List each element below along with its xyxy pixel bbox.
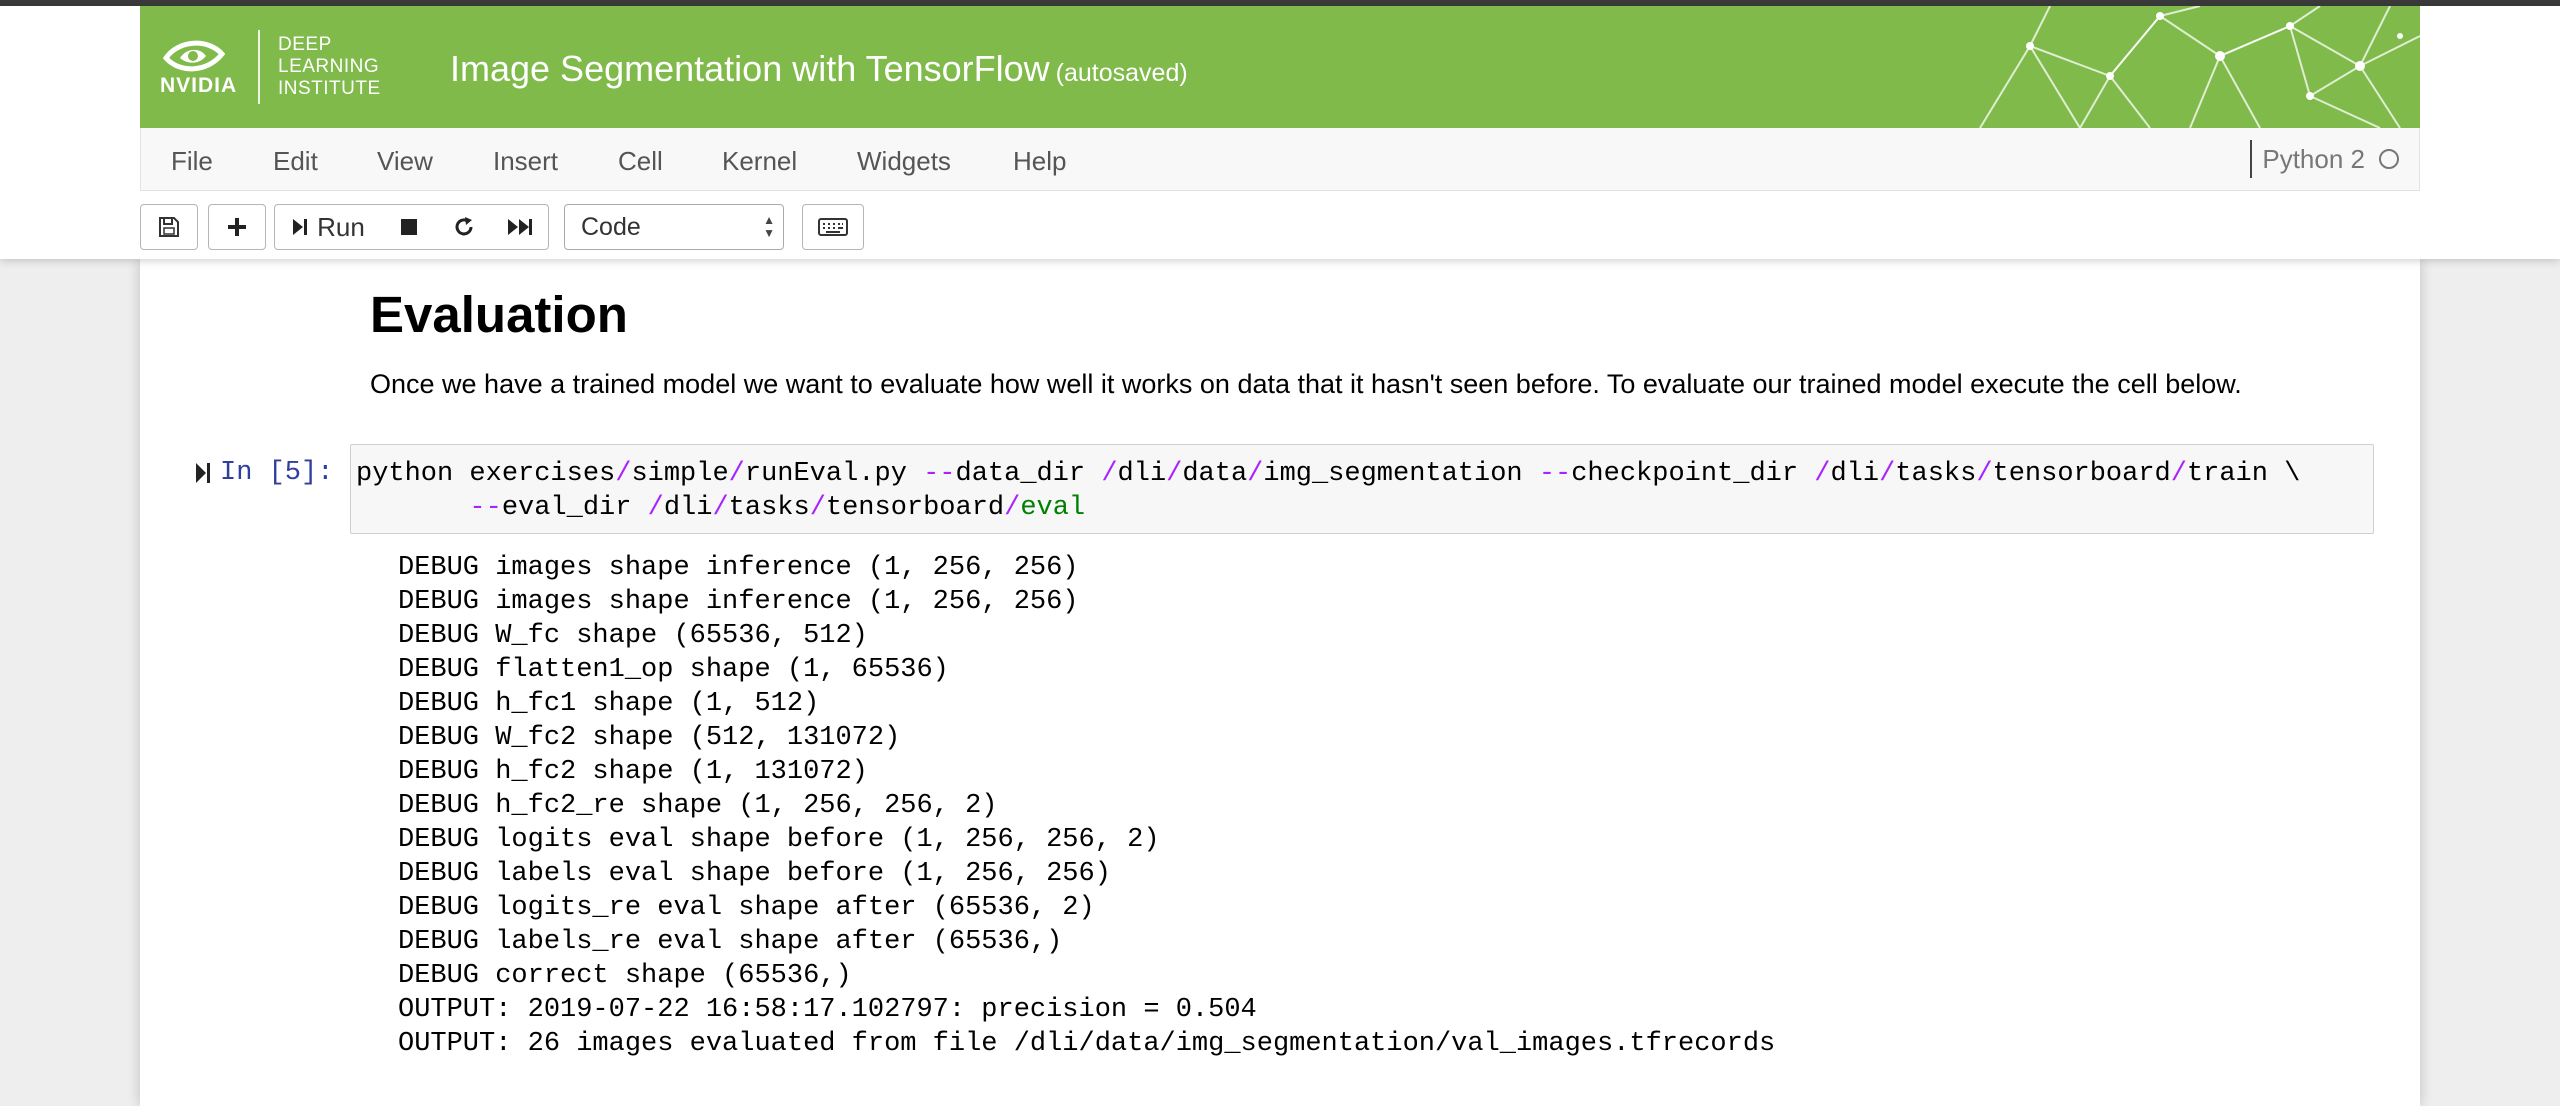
menu-insert[interactable]: Insert [493, 146, 558, 177]
nvidia-dli-logo[interactable]: NVIDIA DEEP LEARNING INSTITUTE [160, 26, 381, 108]
output-line: DEBUG images shape inference (1, 256, 25… [398, 553, 1079, 583]
output-line: DEBUG W_fc2 shape (512, 131072) [398, 723, 901, 753]
output-line: DEBUG correct shape (65536,) [398, 961, 852, 991]
select-arrows-icon: ▲ ▼ [763, 213, 775, 240]
output-line: DEBUG h_fc2_re shape (1, 256, 256, 2) [398, 791, 998, 821]
menu-edit[interactable]: Edit [273, 146, 318, 177]
save-button[interactable] [140, 204, 198, 250]
menu-kernel[interactable]: Kernel [722, 146, 797, 177]
output-line: OUTPUT: 26 images evaluated from file /d… [398, 1029, 1776, 1059]
cell-type-value: Code [581, 212, 641, 241]
kernel-idle-icon [2379, 149, 2399, 169]
interrupt-button[interactable] [381, 204, 437, 250]
fast-forward-icon [507, 219, 532, 235]
insert-cell-button[interactable] [208, 204, 266, 250]
stop-icon [400, 219, 417, 235]
kernel-indicator[interactable]: Python 2 [2250, 140, 2399, 178]
output-line: DEBUG labels eval shape before (1, 256, … [398, 859, 1111, 889]
menu-help[interactable]: Help [1013, 146, 1066, 177]
output-line: DEBUG flatten1_op shape (1, 65536) [398, 655, 949, 685]
restart-run-all-button[interactable] [491, 204, 549, 250]
output-line: DEBUG logits_re eval shape after (65536,… [398, 893, 1095, 923]
menu-widgets[interactable]: Widgets [857, 146, 951, 177]
code-line-2: --eval_dir /dli/tasks/tensorboard/eval [469, 493, 1086, 523]
nvidia-eye-icon: NVIDIA [160, 32, 236, 102]
output-line: OUTPUT: 2019-07-22 16:58:17.102797: prec… [398, 995, 1257, 1025]
code-line-1: python exercises/simple/runEval.py --dat… [356, 459, 2301, 489]
menu-cell[interactable]: Cell [618, 146, 663, 177]
dli-banner: NVIDIA DEEP LEARNING INSTITUTE Image Seg… [140, 6, 2420, 128]
output-line: DEBUG labels_re eval shape after (65536,… [398, 927, 1063, 957]
notebook-container: Evaluation Once we have a trained model … [140, 259, 2420, 1106]
notebook-header: NVIDIA DEEP LEARNING INSTITUTE Image Seg… [0, 6, 2560, 259]
run-label: Run [317, 211, 365, 242]
network-graphic [1979, 6, 2420, 128]
menu-view[interactable]: View [377, 146, 433, 177]
output-line: DEBUG W_fc shape (65536, 512) [398, 621, 868, 651]
run-cell-icon[interactable] [194, 461, 212, 485]
input-prompt[interactable]: In [5]: [194, 457, 333, 489]
keyboard-icon [818, 218, 848, 236]
kernel-name: Python 2 [2262, 143, 2365, 174]
restart-button[interactable] [436, 204, 492, 250]
plus-icon [228, 218, 246, 236]
nvidia-wordmark: NVIDIA [160, 74, 238, 97]
markdown-paragraph: Once we have a trained model we want to … [370, 369, 2242, 399]
menu-file[interactable]: File [171, 146, 213, 177]
restart-icon [455, 217, 472, 236]
run-button[interactable]: Run [274, 204, 382, 250]
logo-divider [258, 30, 260, 104]
autosave-status: (autosaved) [1055, 59, 1188, 87]
cell-output: DEBUG images shape inference (1, 256, 25… [398, 551, 1775, 1061]
output-line: DEBUG images shape inference (1, 256, 25… [398, 587, 1079, 617]
dli-wordmark: DEEP LEARNING INSTITUTE [278, 34, 381, 99]
output-line: DEBUG h_fc2 shape (1, 131072) [398, 757, 868, 787]
code-cell-input[interactable]: python exercises/simple/runEval.py --dat… [350, 444, 2374, 534]
command-palette-button[interactable] [802, 204, 864, 250]
output-line: DEBUG logits eval shape before (1, 256, … [398, 825, 1160, 855]
cell-prompt-label: In [5]: [220, 458, 334, 488]
run-icon [293, 219, 308, 235]
menu-bar: File Edit View Insert Cell Kernel Widget… [140, 128, 2420, 191]
cell-type-select[interactable]: Code ▲ ▼ [564, 204, 784, 250]
save-icon [159, 217, 179, 237]
notebook-title[interactable]: Image Segmentation with TensorFlow (autos… [450, 48, 1188, 90]
output-line: DEBUG h_fc1 shape (1, 512) [398, 689, 820, 719]
markdown-heading: Evaluation [370, 286, 628, 343]
